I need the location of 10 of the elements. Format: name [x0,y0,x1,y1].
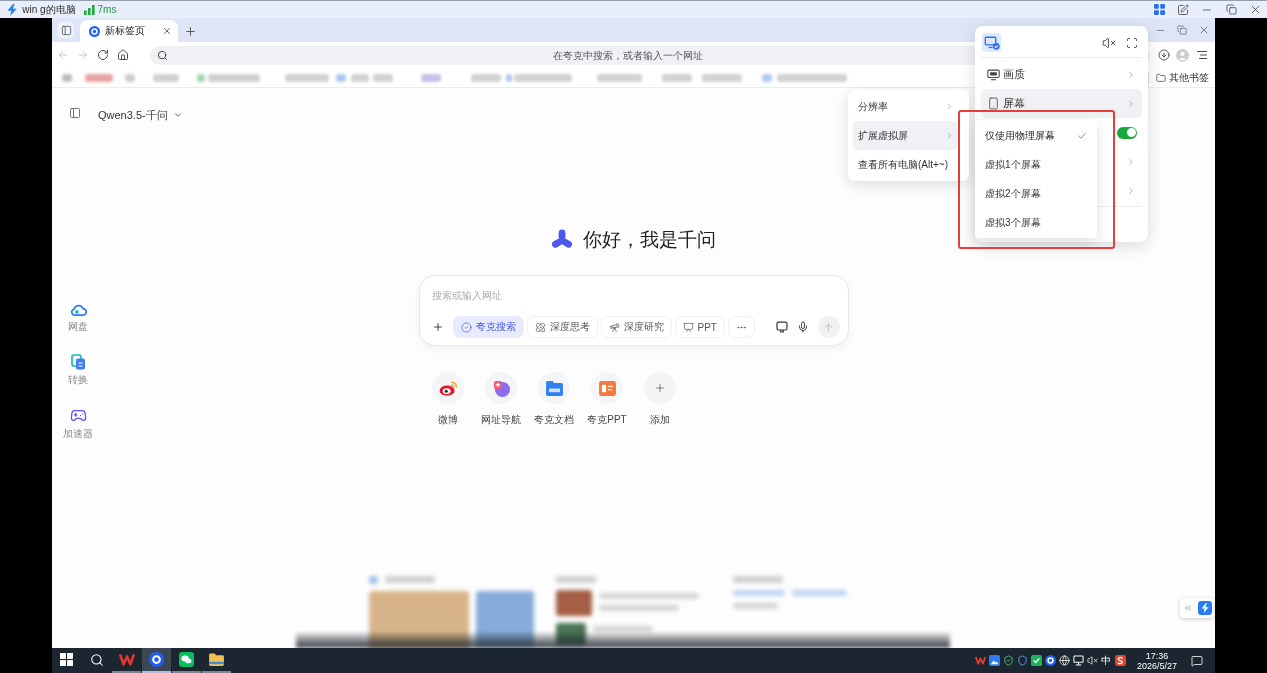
computer-name: win g的电脑 [22,2,76,17]
greeting-text: 你好，我是千问 [583,228,716,252]
shortcut-label: 夸克PPT [587,414,627,426]
shortcut-label: 网址导航 [481,414,521,426]
clock-time: 17:36 [1145,650,1169,661]
shortcut-label: 添加 [650,414,670,426]
clock-date: 2026/5/27 [1136,660,1177,671]
latency-text: 7ms [97,4,117,15]
shortcut-label: 微博 [438,414,458,426]
shortcut-label: 夸克文档 [534,414,574,426]
